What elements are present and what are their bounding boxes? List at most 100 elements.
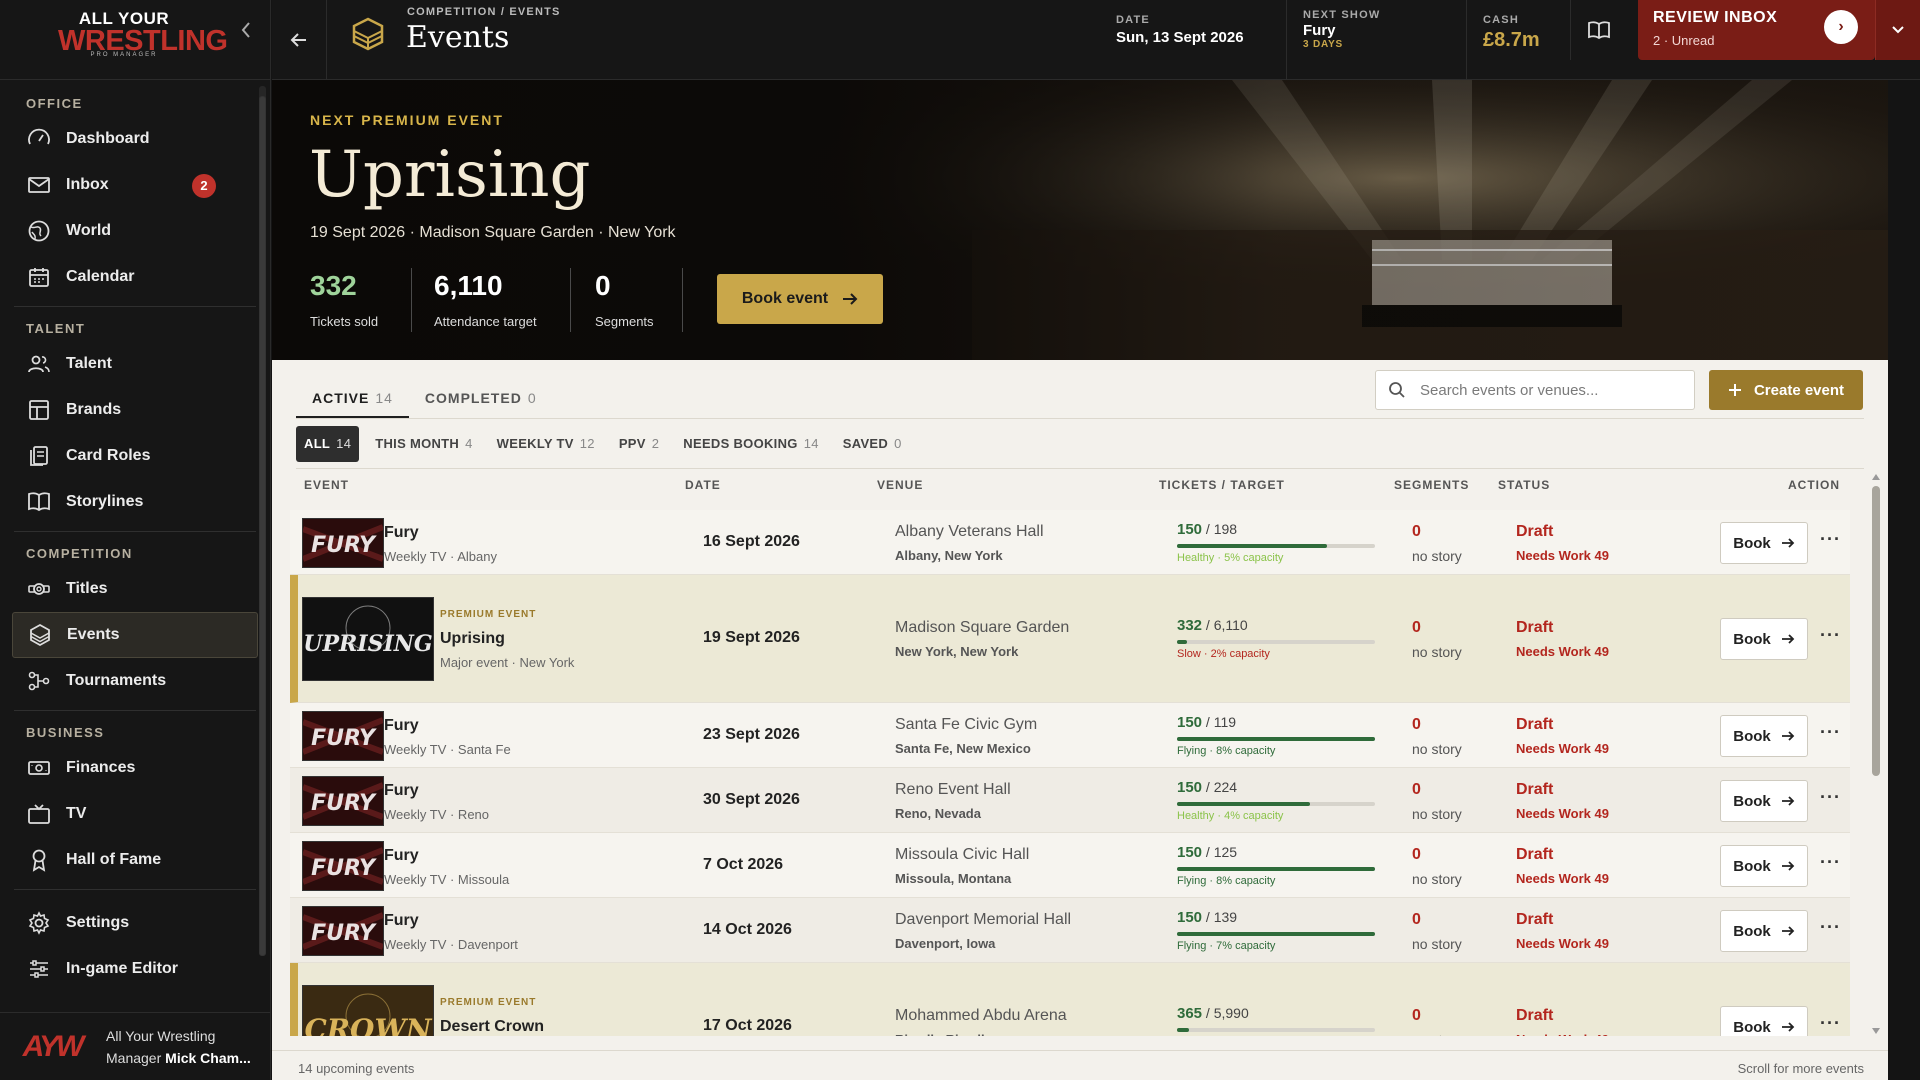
more-options-icon[interactable]: ··· <box>1820 722 1841 743</box>
book-button[interactable]: Book <box>1720 618 1808 660</box>
collapse-sidebar-icon[interactable] <box>240 20 252 46</box>
filter-this-month[interactable]: THIS MONTH 4 <box>367 426 480 462</box>
table-row[interactable]: UPRISING PREMIUM EVENT Uprising Major event… <box>290 575 1850 703</box>
page-title: Events <box>406 20 510 55</box>
sidebar-scrollbar[interactable] <box>259 86 266 956</box>
sidebar-item-tournaments[interactable]: Tournaments <box>12 658 258 704</box>
arrow-right-icon <box>1781 861 1795 871</box>
book-label: Book <box>1733 727 1771 745</box>
segments-note: no story <box>1412 741 1462 757</box>
table-row[interactable]: FURY Fury Weekly TV · Albany 16 Sept 2026 Al… <box>290 510 1850 575</box>
tab-active[interactable]: ACTIVE 14 <box>296 380 409 418</box>
sidebar: ALL YOUR WRESTLING PRO MANAGER OFFICE Das… <box>0 0 271 1080</box>
search-icon <box>1389 382 1405 398</box>
book-label: Book <box>1733 630 1771 648</box>
sales-note: Flying · 7% capacity <box>1177 940 1276 952</box>
sidebar-item-settings[interactable]: Settings <box>12 900 258 946</box>
create-event-button[interactable]: Create event <box>1709 370 1863 410</box>
hero-stat-attendance: 6,110 Attendance target <box>434 270 537 329</box>
segments-count: 0 <box>1412 781 1421 798</box>
more-options-icon[interactable]: ··· <box>1820 787 1841 808</box>
sidebar-item-storylines[interactable]: Storylines <box>12 479 258 525</box>
sidebar-item-hall-of-fame[interactable]: Hall of Fame <box>12 837 258 883</box>
search-input[interactable]: Search events or venues... <box>1375 370 1695 410</box>
ring-icon <box>350 16 386 57</box>
tickets-target: 150 / 198 <box>1177 521 1238 538</box>
sidebar-item-talent[interactable]: Talent <box>12 341 258 387</box>
more-options-icon[interactable]: ··· <box>1820 625 1841 646</box>
manager-footer[interactable]: AYW All Your Wrestling Manager Mick Cham… <box>0 1012 271 1080</box>
more-options-icon[interactable]: ··· <box>1820 1013 1841 1034</box>
handbook-button[interactable] <box>1570 0 1626 60</box>
event-thumbnail: FURY <box>302 711 384 761</box>
event-thumbnail: FURY <box>302 776 384 826</box>
filter-ppv[interactable]: PPV 2 <box>611 426 667 462</box>
col-action: ACTION <box>1788 478 1840 492</box>
event-subtitle: Weekly TV · Albany <box>384 549 497 564</box>
sidebar-item-inbox[interactable]: Inbox 2 <box>12 162 258 208</box>
filter-needs-booking[interactable]: NEEDS BOOKING 14 <box>675 426 826 462</box>
event-name[interactable]: Fury <box>384 847 419 865</box>
back-button[interactable] <box>272 0 327 80</box>
review-dropdown-button[interactable] <box>1875 0 1920 60</box>
book-button[interactable]: Book <box>1720 780 1808 822</box>
review-inbox-button[interactable]: REVIEW INBOX 2 · Unread › <box>1638 0 1875 60</box>
award-icon <box>26 847 52 873</box>
book-button[interactable]: Book <box>1720 715 1808 757</box>
event-name[interactable]: Uprising <box>440 630 505 648</box>
chevron-right-icon[interactable]: › <box>1824 10 1858 44</box>
event-name[interactable]: Fury <box>384 912 419 930</box>
sidebar-item-world[interactable]: World <box>12 208 258 254</box>
tickets-progress-bar <box>1177 1028 1375 1032</box>
event-subtitle: Major event · New York <box>440 655 575 670</box>
event-city: New York, New York <box>895 644 1019 659</box>
book-button[interactable]: Book <box>1720 845 1808 887</box>
sidebar-item-brands[interactable]: Brands <box>12 387 258 433</box>
book-button[interactable]: Book <box>1720 522 1808 564</box>
date-label: DATE <box>1116 14 1150 26</box>
sidebar-item-titles[interactable]: Titles <box>12 566 258 612</box>
table-row[interactable]: FURY Fury Weekly TV · Santa Fe 23 Sept 2026… <box>290 703 1850 768</box>
more-options-icon[interactable]: ··· <box>1820 917 1841 938</box>
svg-text:FURY: FURY <box>311 726 377 751</box>
filter-weekly-tv[interactable]: WEEKLY TV 12 <box>489 426 603 462</box>
book-button[interactable]: Book <box>1720 1006 1808 1036</box>
event-name[interactable]: Desert Crown <box>440 1018 544 1036</box>
money-icon <box>26 755 52 781</box>
review-inbox-sub: 2 · Unread <box>1653 33 1715 48</box>
table-row[interactable]: CROWNPREMIUM EVENTDesert CrownMajor even… <box>290 963 1850 1036</box>
table-row[interactable]: FURY Fury Weekly TV · Reno 30 Sept 2026 Reno… <box>290 768 1850 833</box>
more-options-icon[interactable]: ··· <box>1820 529 1841 550</box>
table-header: EVENT DATE VENUE TICKETS / TARGET SEGMEN… <box>272 478 1872 498</box>
sidebar-item-events[interactable]: Events <box>12 612 258 658</box>
book-event-button[interactable]: Book event <box>717 274 883 324</box>
segments-note: no story <box>1412 1032 1462 1036</box>
filter-all[interactable]: ALL 14 <box>296 426 360 462</box>
svg-text:FURY: FURY <box>311 856 377 881</box>
gear-icon <box>26 910 52 936</box>
event-name[interactable]: Fury <box>384 524 419 542</box>
events-content: NEXT PREMIUM EVENT Uprising 19 Sept 2026… <box>272 80 1888 1080</box>
status-tabs: ACTIVE 14 COMPLETED 0 <box>296 380 553 418</box>
next-show-stat[interactable]: NEXT SHOW Fury 3 DAYS <box>1286 0 1446 80</box>
event-name[interactable]: Fury <box>384 782 419 800</box>
sidebar-item-calendar[interactable]: Calendar <box>12 254 258 300</box>
filter-saved[interactable]: SAVED 0 <box>835 426 910 462</box>
book-button[interactable]: Book <box>1720 910 1808 952</box>
event-name[interactable]: Fury <box>384 717 419 735</box>
status-badge: Draft <box>1516 781 1554 798</box>
sidebar-item-tv[interactable]: TV <box>12 791 258 837</box>
more-options-icon[interactable]: ··· <box>1820 852 1841 873</box>
sidebar-item-finances[interactable]: Finances <box>12 745 258 791</box>
sidebar-item-card-roles[interactable]: Card Roles <box>12 433 258 479</box>
sidebar-item-dashboard[interactable]: Dashboard <box>12 116 258 162</box>
sidebar-item-in-game-editor[interactable]: In-game Editor <box>12 946 258 992</box>
table-row[interactable]: FURY Fury Weekly TV · Missoula 7 Oct 2026 Mi… <box>290 833 1850 898</box>
footer-manager-name: Mick Cham... <box>165 1049 251 1066</box>
app-logo[interactable]: ALL YOUR WRESTLING PRO MANAGER <box>58 10 228 59</box>
tickets-target-value: 125 <box>1213 844 1238 860</box>
table-scrollbar[interactable] <box>1870 470 1882 1040</box>
tab-completed[interactable]: COMPLETED 0 <box>409 380 553 418</box>
table-row[interactable]: FURY Fury Weekly TV · Davenport 14 Oct 2026… <box>290 898 1850 963</box>
status-detail: Needs Work 49 <box>1516 806 1609 821</box>
